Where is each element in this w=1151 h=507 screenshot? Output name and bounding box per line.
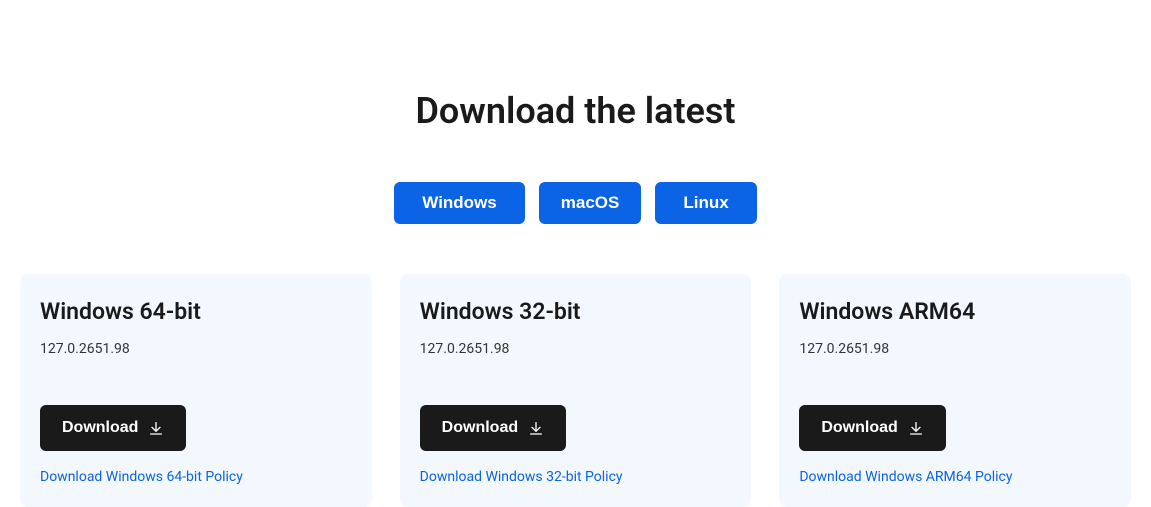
card-version: 127.0.2651.98 <box>420 341 732 357</box>
policy-link[interactable]: Download Windows 64-bit Policy <box>40 469 352 485</box>
os-tabs: Windows macOS Linux <box>20 182 1131 224</box>
download-button[interactable]: Download <box>40 405 186 451</box>
policy-link[interactable]: Download Windows ARM64 Policy <box>799 469 1111 485</box>
download-button[interactable]: Download <box>799 405 945 451</box>
card-title: Windows ARM64 <box>799 298 1111 325</box>
card-version: 127.0.2651.98 <box>40 341 352 357</box>
download-button[interactable]: Download <box>420 405 566 451</box>
download-cards: Windows 64-bit 127.0.2651.98 Download Do… <box>20 274 1131 507</box>
card-title: Windows 64-bit <box>40 298 352 325</box>
tab-linux[interactable]: Linux <box>655 182 756 224</box>
download-icon <box>148 420 164 436</box>
policy-link[interactable]: Download Windows 32-bit Policy <box>420 469 732 485</box>
card-title: Windows 32-bit <box>420 298 732 325</box>
download-card-win32: Windows 32-bit 127.0.2651.98 Download Do… <box>400 274 752 507</box>
page-title: Download the latest <box>20 90 1131 132</box>
download-button-label: Download <box>821 419 897 437</box>
card-version: 127.0.2651.98 <box>799 341 1111 357</box>
download-button-label: Download <box>442 419 518 437</box>
download-card-arm64: Windows ARM64 127.0.2651.98 Download Dow… <box>779 274 1131 507</box>
tab-windows[interactable]: Windows <box>394 182 524 224</box>
download-icon <box>528 420 544 436</box>
tab-macos[interactable]: macOS <box>539 182 642 224</box>
download-icon <box>908 420 924 436</box>
download-button-label: Download <box>62 419 138 437</box>
download-card-win64: Windows 64-bit 127.0.2651.98 Download Do… <box>20 274 372 507</box>
